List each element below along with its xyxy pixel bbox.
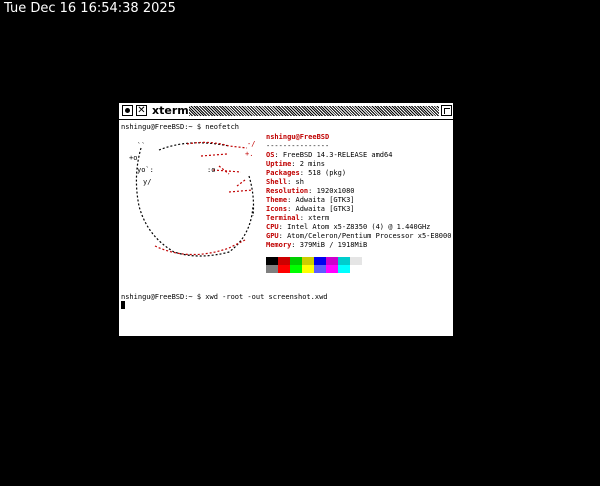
close-icon[interactable]: ✕ [136,105,147,116]
desktop-clock: Tue Dec 16 16:54:38 2025 [4,1,176,16]
palette-swatch [290,265,302,273]
info-separator: --------------- [266,142,330,150]
info-gpu: GPU: Atom/Celeron/Pentium Processor x5-E… [266,232,451,240]
maximize-icon[interactable] [441,105,452,116]
palette-swatch [314,257,326,265]
terminal-area[interactable]: nshingu@FreeBSD:~ $ neofetch `` -/ +o yo… [121,121,451,335]
palette-swatch [278,265,290,273]
system-info: nshingu@FreeBSD --------------- OS: Free… [266,133,451,250]
svg-text:y/: y/ [143,178,151,186]
svg-text:+o: +o [129,154,137,162]
palette-swatch [266,257,278,265]
xterm-window[interactable]: ✕ xterm nshingu@FreeBSD:~ $ neofetch `` … [118,102,454,337]
window-title: xterm [152,104,189,117]
info-os: OS: FreeBSD 14.3-RELEASE amd64 [266,151,393,159]
info-cpu: CPU: Intel Atom x5-Z8350 (4) @ 1.440GHz [266,223,431,231]
palette-swatch [350,265,362,273]
command-line-xwd: nshingu@FreeBSD:~ $ xwd -root -out scree… [121,293,328,301]
info-icons: Icons: Adwaita [GTK3] [266,205,355,213]
palette-swatch [350,257,362,265]
svg-text:-/: -/ [247,140,255,148]
svg-text:``: `` [137,142,145,150]
info-shell: Shell: sh [266,178,304,186]
command-line-neofetch: nshingu@FreeBSD:~ $ neofetch [121,123,240,131]
title-bar[interactable]: ✕ xterm [119,103,453,120]
text-cursor [121,301,125,309]
window-menu-button[interactable] [122,105,133,116]
palette-swatch [266,265,278,273]
palette-swatch [326,265,338,273]
info-uptime: Uptime: 2 mins [266,160,326,168]
palette-swatch [302,265,314,273]
palette-swatch [290,257,302,265]
info-resolution: Resolution: 1920x1080 [266,187,355,195]
palette-swatch [278,257,290,265]
palette-swatch [302,257,314,265]
svg-text:+.: +. [245,150,253,158]
svg-text::o: :o [207,166,215,174]
svg-text:yo`:: yo`: [137,166,154,174]
palette-swatch [314,265,326,273]
info-terminal: Terminal: xterm [266,214,330,222]
palette-swatch [338,265,350,273]
freebsd-logo-ascii-art: `` -/ +o yo`: y/ :o +. [129,140,255,257]
palette-swatch [338,257,350,265]
user-host: nshingu@FreeBSD [266,133,330,141]
palette-swatch [326,257,338,265]
info-memory: Memory: 379MiB / 1918MiB [266,241,368,249]
info-packages: Packages: 518 (pkg) [266,169,347,177]
info-theme: Theme: Adwaita [GTK3] [266,196,355,204]
title-bar-drag-area[interactable] [189,106,439,116]
